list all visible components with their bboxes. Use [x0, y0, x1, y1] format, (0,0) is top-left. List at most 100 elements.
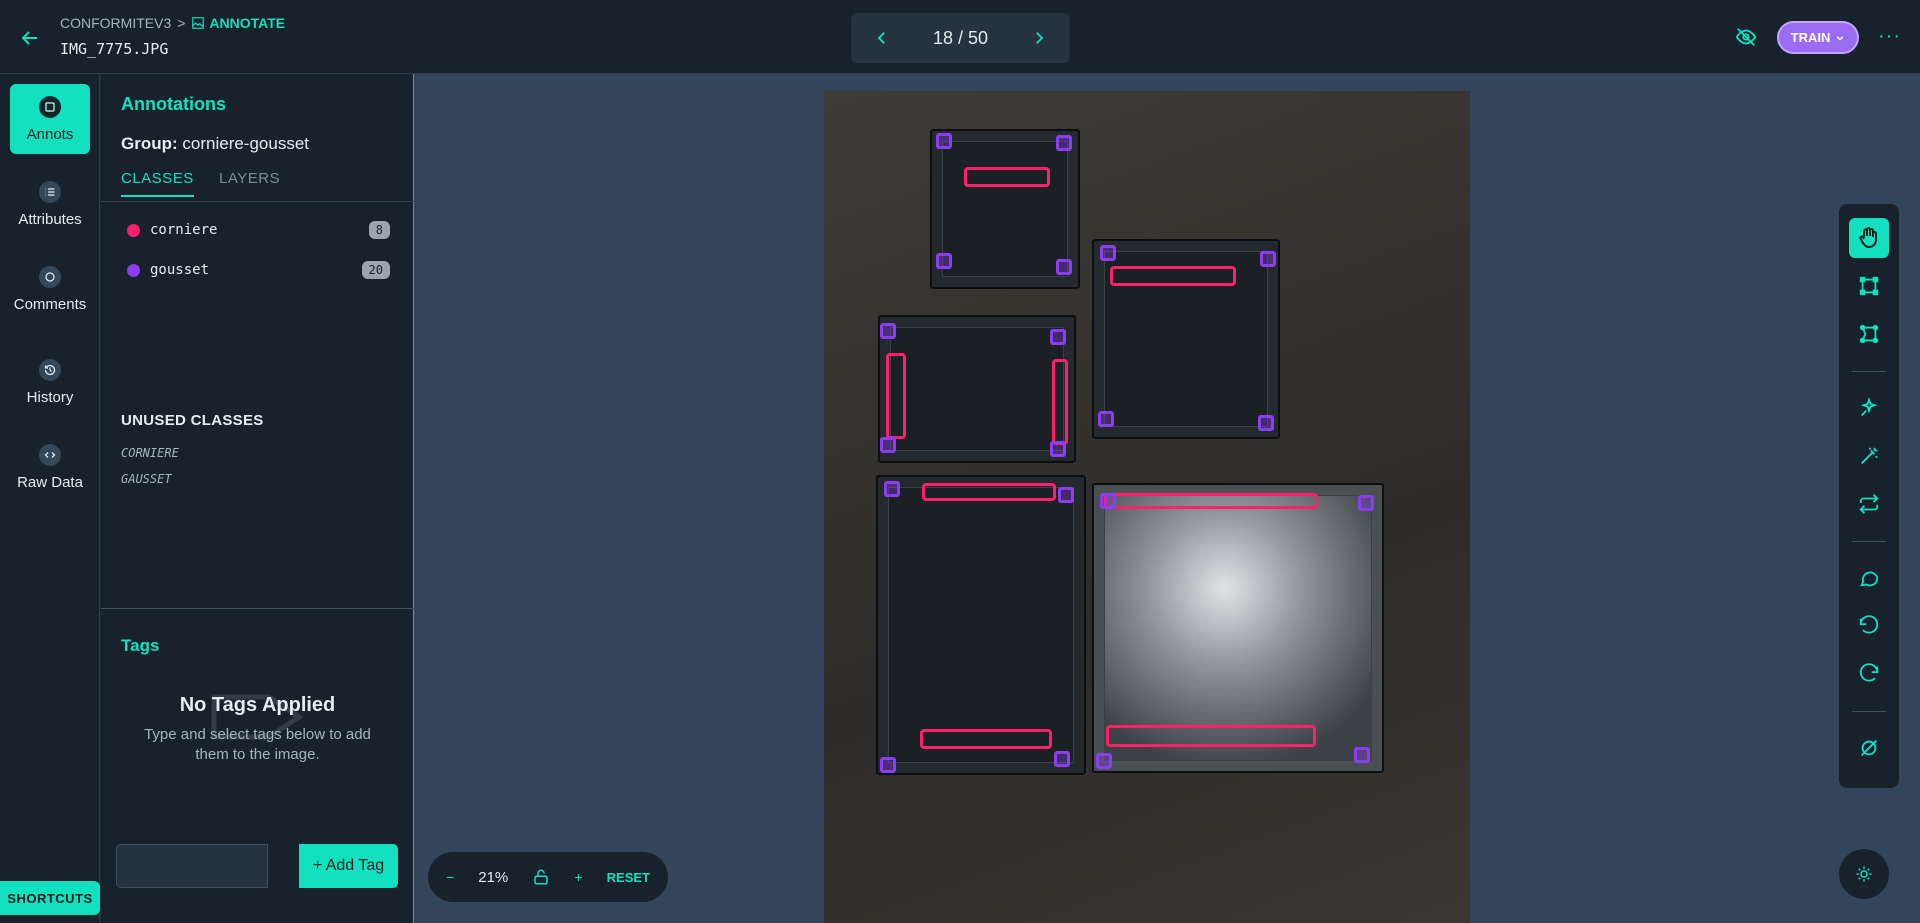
more-options-icon[interactable]: ···: [1878, 26, 1901, 46]
image-icon: [192, 17, 205, 29]
circle-slash-icon: [1861, 740, 1877, 756]
next-image-icon[interactable]: [1030, 29, 1048, 47]
gousset-annotation[interactable]: [1258, 415, 1274, 431]
no-tags-title: No Tags Applied: [179, 694, 336, 716]
polygon-icon: [1859, 324, 1879, 344]
eye-off-icon[interactable]: [1735, 26, 1757, 48]
nav-item-annots[interactable]: Annots: [10, 84, 90, 154]
tab-layers[interactable]: LAYERS: [219, 170, 280, 195]
pager-count: 18 / 50: [932, 27, 989, 48]
bounding-box-icon: [1859, 276, 1879, 296]
gousset-annotation[interactable]: [1058, 487, 1074, 503]
gousset-annotation[interactable]: [1100, 245, 1116, 261]
corniere-annotation[interactable]: [922, 483, 1056, 501]
reset-zoom-button[interactable]: RESET: [607, 870, 650, 885]
hand-icon: [1859, 227, 1877, 249]
nav-label: Comments: [13, 295, 87, 313]
chevron-down-icon: [1837, 35, 1844, 41]
nav-item-comments[interactable]: Comments: [10, 254, 90, 324]
comment-tool[interactable]: [1849, 558, 1889, 598]
tag-input[interactable]: [116, 844, 268, 888]
back-arrow-icon[interactable]: [18, 26, 42, 50]
gousset-annotation[interactable]: [1050, 329, 1066, 345]
polygon-tool[interactable]: [1849, 314, 1889, 354]
tab-classes[interactable]: CLASSES: [121, 170, 194, 197]
undo-tool[interactable]: [1849, 606, 1889, 646]
class-color-dot: [127, 263, 140, 277]
gousset-annotation[interactable]: [1100, 493, 1116, 509]
corniere-annotation[interactable]: [1106, 725, 1316, 747]
gousset-annotation[interactable]: [1098, 411, 1114, 427]
corniere-annotation[interactable]: [1110, 266, 1236, 286]
unlock-icon[interactable]: [532, 868, 550, 886]
unused-class-item[interactable]: GAUSSET: [121, 472, 172, 486]
gousset-annotation[interactable]: [1096, 753, 1112, 769]
toolbar-divider: [1852, 371, 1886, 372]
class-color-dot: [127, 223, 140, 237]
speech-bubble-icon: [1860, 571, 1879, 587]
gousset-annotation[interactable]: [1056, 259, 1072, 275]
nav-item-attributes[interactable]: Attributes: [10, 169, 90, 239]
prev-image-icon[interactable]: [873, 29, 891, 47]
group-value: corniere-gousset: [182, 134, 310, 153]
nav-label: Annots: [26, 125, 74, 143]
unused-classes-title: UNUSED CLASSES: [121, 412, 264, 429]
pan-tool[interactable]: [1849, 218, 1889, 258]
class-row-corniere[interactable]: corniere 8: [127, 218, 390, 242]
gousset-annotation[interactable]: [884, 481, 900, 497]
gousset-annotation[interactable]: [1260, 251, 1276, 267]
zoom-in-button[interactable]: +: [574, 869, 582, 885]
group-label: Group:: [121, 134, 178, 153]
hide-annotations-tool[interactable]: [1849, 728, 1889, 768]
image-filename: IMG_7775.JPG: [60, 40, 169, 58]
gousset-annotation[interactable]: [1050, 441, 1066, 457]
history-icon: [39, 358, 61, 381]
panel-title: Annotations: [121, 94, 226, 114]
breadcrumb-project[interactable]: CONFORMITEV3: [60, 15, 171, 31]
add-tag-button[interactable]: + Add Tag: [299, 844, 398, 888]
bbox-tool[interactable]: [1849, 266, 1889, 306]
train-button[interactable]: TRAIN: [1777, 21, 1859, 54]
group-info: Group: corniere-gousset: [121, 134, 309, 154]
annotations-panel: Annotations Group: corniere-gousset CLAS…: [101, 74, 414, 923]
gousset-annotation[interactable]: [1354, 747, 1370, 763]
tags-title: Tags: [121, 636, 160, 655]
annotated-image[interactable]: [824, 91, 1470, 923]
zoom-controls: − 21% + RESET: [428, 852, 668, 902]
unused-class-item[interactable]: CORNIERE: [121, 446, 179, 460]
corniere-annotation[interactable]: [964, 167, 1050, 187]
gousset-annotation[interactable]: [936, 253, 952, 269]
breadcrumb-section-label: ANNOTATE: [209, 15, 286, 31]
corniere-annotation[interactable]: [920, 729, 1052, 749]
gousset-annotation[interactable]: [880, 323, 896, 339]
image-pager: 18 / 50: [851, 13, 1070, 63]
corniere-annotation[interactable]: [1052, 359, 1068, 445]
gousset-annotation[interactable]: [1056, 135, 1072, 151]
nav-label: Attributes: [18, 210, 82, 228]
repeat-tool[interactable]: [1849, 484, 1889, 524]
nav-label: History: [26, 388, 74, 406]
gousset-annotation[interactable]: [936, 133, 952, 149]
gousset-annotation[interactable]: [880, 757, 896, 773]
nav-item-raw-data[interactable]: Raw Data: [10, 432, 90, 502]
gousset-annotation[interactable]: [880, 437, 896, 453]
magic-wand-icon: [1861, 447, 1878, 464]
corniere-annotation[interactable]: [1104, 493, 1318, 509]
redo-tool[interactable]: [1849, 654, 1889, 694]
zoom-out-button[interactable]: −: [446, 869, 454, 885]
breadcrumb-separator: >: [177, 15, 186, 31]
gousset-annotation[interactable]: [1358, 495, 1374, 511]
breadcrumb: CONFORMITEV3 > ANNOTATE: [60, 15, 285, 31]
display-settings-button[interactable]: [1839, 849, 1889, 899]
left-nav: Annots Attributes Comments History Raw D…: [0, 74, 100, 923]
gousset-annotation[interactable]: [1054, 751, 1070, 767]
magic-wand-tool[interactable]: [1849, 436, 1889, 476]
nav-item-history[interactable]: History: [10, 347, 90, 417]
shortcuts-button[interactable]: SHORTCUTS: [0, 881, 100, 915]
corniere-annotation[interactable]: [886, 353, 906, 439]
toolbar-divider: [1852, 541, 1886, 542]
train-label: TRAIN: [1790, 30, 1831, 45]
smart-select-tool[interactable]: [1849, 388, 1889, 428]
class-row-gousset[interactable]: gousset 20: [127, 258, 390, 282]
code-icon: [39, 443, 61, 466]
